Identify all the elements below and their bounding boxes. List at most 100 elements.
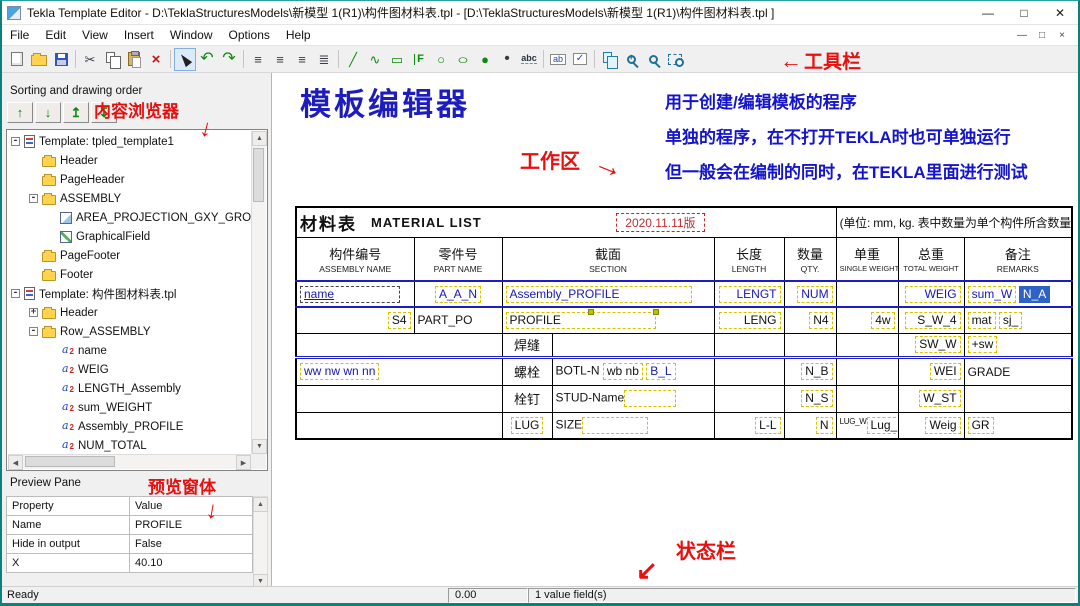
- column-header[interactable]: 截面 SECTION: [501, 236, 715, 282]
- template-field[interactable]: name: [300, 285, 400, 303]
- tree-item[interactable]: WEIG: [8, 360, 251, 379]
- template-field[interactable]: mat: [967, 311, 996, 329]
- move-down-button[interactable]: ↓: [35, 102, 61, 123]
- undo-icon[interactable]: ↶: [196, 48, 218, 71]
- table-title-en[interactable]: MATERIAL LIST: [371, 215, 482, 230]
- mdi-minimize-button[interactable]: —: [1012, 30, 1032, 41]
- tree-expander[interactable]: -: [29, 327, 38, 336]
- cut-icon[interactable]: ✂: [79, 48, 101, 71]
- template-field[interactable]: N: [815, 416, 833, 434]
- distribute-icon[interactable]: ≣: [313, 48, 335, 71]
- tree-expander[interactable]: [47, 441, 56, 450]
- menu-insert[interactable]: Insert: [116, 26, 162, 44]
- template-field[interactable]: PROFILE: [505, 308, 659, 329]
- table-row[interactable]: X 40.10: [6, 553, 253, 573]
- tree-expander[interactable]: [47, 213, 56, 222]
- scroll-down-arrow[interactable]: ▼: [253, 574, 268, 586]
- scroll-right-arrow[interactable]: ▶: [236, 455, 251, 470]
- column-header[interactable]: 单重 SINGLE WEIGHT: [835, 236, 899, 282]
- template-field[interactable]: NUM: [797, 285, 833, 303]
- tree-expander[interactable]: [47, 365, 56, 374]
- mdi-restore-button[interactable]: □: [1032, 30, 1052, 41]
- tree-expander[interactable]: [29, 251, 38, 260]
- draw-polyline-icon[interactable]: ∿: [364, 48, 386, 71]
- draw-circle-icon[interactable]: ○: [430, 48, 452, 71]
- tree-item[interactable]: - Template: tpled_template1: [8, 132, 251, 151]
- table-label[interactable]: 栓钉: [514, 392, 540, 407]
- column-header[interactable]: 总重 TOTAL WEIGHT: [897, 236, 965, 282]
- template-field[interactable]: 4w: [871, 311, 895, 329]
- preview-vertical-scrollbar[interactable]: ▲ ▼: [253, 496, 268, 586]
- draw-ellipse-icon[interactable]: ○: [452, 48, 474, 71]
- template-field[interactable]: ww nw wn nn: [300, 363, 380, 380]
- zoom-out-icon[interactable]: [642, 48, 664, 71]
- tree-item[interactable]: + Header: [8, 303, 251, 322]
- table-label[interactable]: BOTL-N: [556, 364, 600, 378]
- menu-help[interactable]: Help: [278, 26, 319, 44]
- tree-expander[interactable]: [47, 346, 56, 355]
- paste-icon[interactable]: [123, 48, 145, 71]
- tree-expander[interactable]: [47, 403, 56, 412]
- table-label[interactable]: GRADE: [968, 365, 1011, 379]
- template-field[interactable]: Lug_: [866, 416, 898, 434]
- draw-flag-icon[interactable]: F: [408, 48, 430, 71]
- scrollbar-thumb[interactable]: [253, 148, 264, 202]
- graphical-field-tool-icon[interactable]: ✓: [569, 48, 591, 71]
- tree-item[interactable]: sum_WEIGHT: [8, 398, 251, 417]
- table-label[interactable]: 焊缝: [514, 338, 540, 353]
- tree-item[interactable]: - Template: 构件图材料表.tpl: [8, 284, 251, 303]
- column-header[interactable]: 数量 QTY.: [783, 236, 837, 282]
- save-icon[interactable]: [50, 48, 72, 71]
- tree-expander[interactable]: [29, 270, 38, 279]
- new-file-icon[interactable]: [6, 48, 28, 71]
- template-field[interactable]: N_S: [801, 390, 833, 407]
- tree-expander[interactable]: -: [29, 194, 38, 203]
- copy-icon[interactable]: [101, 48, 123, 71]
- align-left-icon[interactable]: ≡: [247, 48, 269, 71]
- template-field[interactable]: LENGT: [718, 285, 781, 303]
- tree-item[interactable]: - ASSEMBLY: [8, 189, 251, 208]
- template-field[interactable]: sj_: [998, 311, 1023, 329]
- template-field[interactable]: LUG: [510, 416, 544, 434]
- template-field[interactable]: Weig: [925, 416, 961, 434]
- menu-options[interactable]: Options: [221, 26, 278, 44]
- column-header[interactable]: 备注 REMARKS: [963, 236, 1073, 282]
- tree-horizontal-scrollbar[interactable]: ◀ ▶: [8, 454, 251, 470]
- value-field-tool-icon[interactable]: ab: [547, 48, 569, 71]
- column-header[interactable]: 构件编号 ASSEMBLY NAME: [295, 236, 415, 282]
- move-to-bottom-button[interactable]: ↧: [91, 102, 117, 123]
- tree-expander[interactable]: [29, 175, 38, 184]
- select-tool-icon[interactable]: [174, 47, 196, 71]
- draw-line-icon[interactable]: ╱: [342, 48, 364, 71]
- menu-window[interactable]: Window: [162, 26, 221, 44]
- zoom-in-icon[interactable]: [620, 48, 642, 71]
- tree-item[interactable]: PageHeader: [8, 170, 251, 189]
- tree-item[interactable]: LENGTH_Assembly: [8, 379, 251, 398]
- template-field[interactable]: L-L: [755, 416, 781, 434]
- tree-expander[interactable]: [47, 232, 56, 241]
- table-row[interactable]: Hide in output False: [6, 534, 253, 554]
- template-field[interactable]: Assembly_PROFILE: [505, 285, 692, 303]
- template-field[interactable]: wb nb: [602, 363, 643, 380]
- scrollbar-thumb[interactable]: [25, 456, 115, 467]
- table-title-cn[interactable]: 材料表: [300, 210, 357, 235]
- open-file-icon[interactable]: [28, 48, 50, 71]
- menu-file[interactable]: File: [2, 26, 37, 44]
- menu-edit[interactable]: Edit: [37, 26, 74, 44]
- template-field[interactable]: GR: [967, 416, 994, 434]
- tree-expander[interactable]: [47, 384, 56, 393]
- close-button[interactable]: ✕: [1042, 1, 1078, 24]
- template-field[interactable]: N_B: [801, 363, 833, 380]
- version-field[interactable]: 2020.11.11版: [616, 212, 705, 232]
- align-center-icon[interactable]: ≡: [269, 48, 291, 71]
- template-field[interactable]: [624, 390, 677, 407]
- tree-item[interactable]: GraphicalField: [8, 227, 251, 246]
- table-label[interactable]: LUG_W: [840, 417, 867, 426]
- template-field[interactable]: S_W_4: [904, 311, 961, 329]
- template-field[interactable]: [582, 416, 649, 434]
- scroll-down-arrow[interactable]: ▼: [252, 439, 267, 454]
- draw-filled-circle-icon[interactable]: ●: [474, 48, 496, 71]
- template-field[interactable]: SW_W: [915, 336, 961, 353]
- template-field[interactable]: +sw: [967, 336, 998, 353]
- tree-item[interactable]: NUM_TOTAL: [8, 436, 251, 454]
